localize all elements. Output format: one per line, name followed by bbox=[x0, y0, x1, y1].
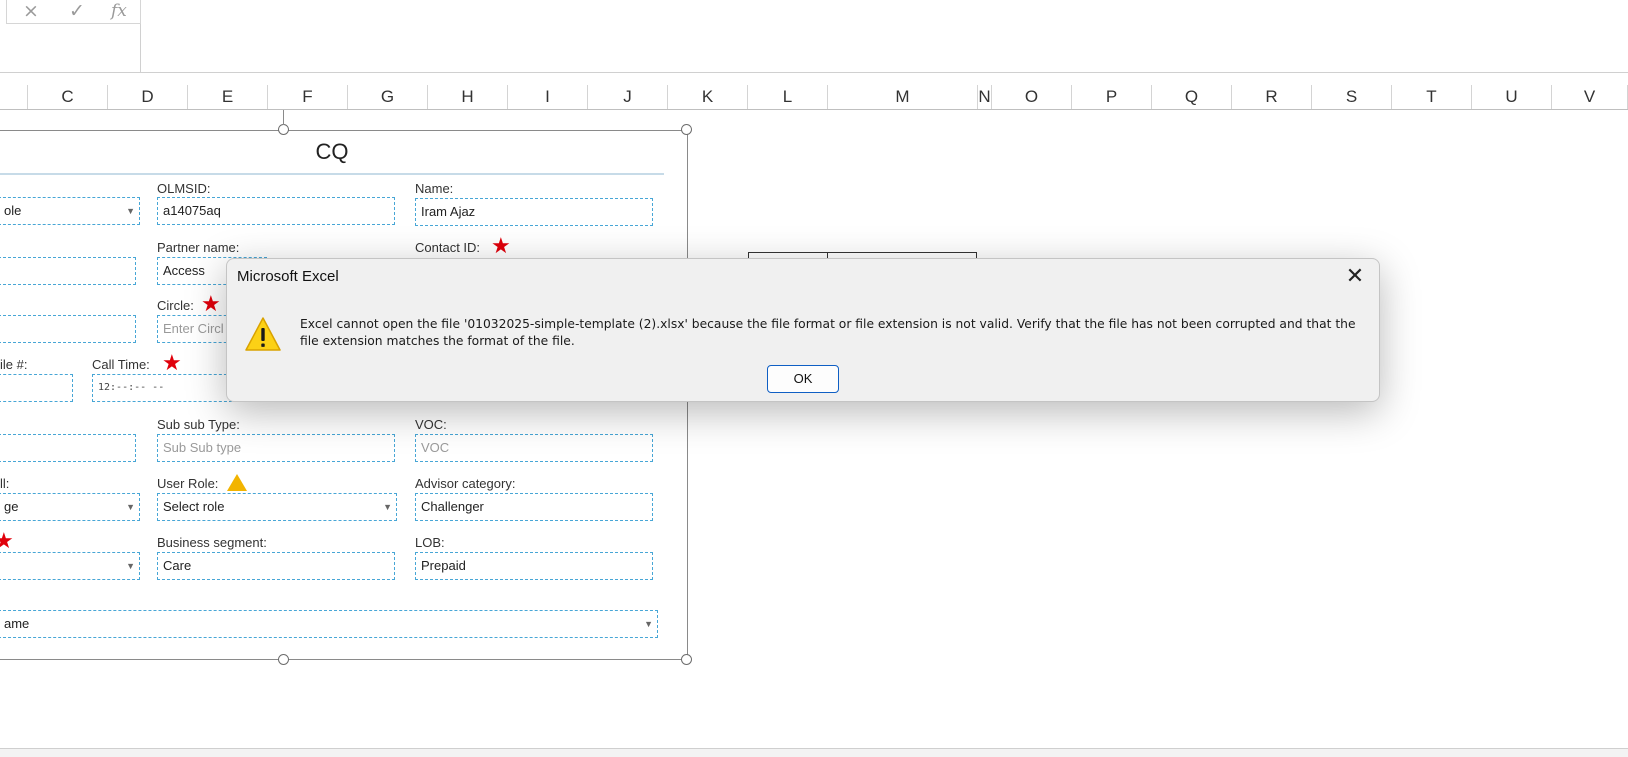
advisor-category-label: Advisor category: bbox=[415, 476, 516, 491]
required-star-icon: ★ bbox=[0, 531, 14, 553]
voc-field[interactable]: VOC bbox=[415, 434, 653, 462]
column-header-u[interactable]: U bbox=[1472, 85, 1552, 109]
warning-icon bbox=[227, 474, 247, 491]
column-header-e[interactable]: E bbox=[188, 85, 268, 109]
column-header-q[interactable]: Q bbox=[1152, 85, 1232, 109]
formula-buttons: × ✓ fx bbox=[6, 0, 141, 24]
name-field[interactable]: Iram Ajaz bbox=[415, 198, 653, 226]
partial-label: ll: bbox=[0, 476, 10, 491]
form-title: CQ bbox=[315, 139, 349, 164]
formula-bar: × ✓ fx bbox=[0, 0, 1628, 73]
user-role-dropdown[interactable]: Select role ▼ bbox=[157, 493, 397, 521]
mobile-label: ile #: bbox=[0, 357, 28, 372]
column-header-c[interactable]: C bbox=[28, 85, 108, 109]
title-divider bbox=[0, 173, 664, 175]
mobile-field[interactable] bbox=[0, 374, 73, 402]
olmsid-field[interactable]: a14075aq bbox=[157, 197, 395, 225]
column-header-s[interactable]: S bbox=[1312, 85, 1392, 109]
enter-icon[interactable]: ✓ bbox=[69, 0, 85, 22]
column-header-o[interactable]: O bbox=[992, 85, 1072, 109]
name-label: Name: bbox=[415, 181, 454, 196]
chevron-down-icon: ▼ bbox=[383, 502, 392, 512]
close-icon[interactable]: ✕ bbox=[1341, 264, 1369, 290]
required-star-icon: ★ bbox=[201, 292, 221, 317]
user-role-label: User Role: bbox=[157, 476, 219, 491]
column-header-row: CDEFGHIJKLMNOPQRSTUV bbox=[0, 85, 1628, 110]
rotation-stem bbox=[283, 110, 284, 125]
cancel-icon[interactable]: × bbox=[23, 0, 39, 22]
voc-label: VOC: bbox=[415, 417, 447, 432]
partial-field[interactable] bbox=[0, 257, 136, 285]
dialog-message: Excel cannot open the file '01032025-sim… bbox=[300, 317, 1356, 348]
partial-dropdown-field[interactable]: ole ▼ bbox=[0, 197, 140, 225]
resize-handle[interactable] bbox=[278, 654, 289, 665]
partial-field[interactable] bbox=[0, 315, 136, 343]
chevron-down-icon: ▼ bbox=[126, 206, 135, 216]
resize-handle[interactable] bbox=[681, 654, 692, 665]
column-header-g[interactable]: G bbox=[348, 85, 428, 109]
column-header-v[interactable]: V bbox=[1552, 85, 1628, 109]
advisor-category-field[interactable]: Challenger bbox=[415, 493, 653, 521]
required-star-icon: ★ bbox=[162, 351, 182, 376]
column-header-t[interactable]: T bbox=[1392, 85, 1472, 109]
dialog-title: Microsoft Excel bbox=[237, 268, 339, 285]
circle-label: Circle: bbox=[157, 298, 194, 313]
partial-field[interactable] bbox=[0, 434, 136, 462]
partner-name-label: Partner name: bbox=[157, 240, 240, 255]
formula-input[interactable] bbox=[141, 0, 1628, 73]
partial-dropdown-field[interactable]: ame ▼ bbox=[0, 610, 658, 638]
column-header-partial[interactable] bbox=[0, 85, 28, 109]
sub-sub-type-label: Sub sub Type: bbox=[157, 417, 240, 432]
chevron-down-icon: ▼ bbox=[126, 502, 135, 512]
warning-icon bbox=[245, 317, 281, 351]
column-header-h[interactable]: H bbox=[428, 85, 508, 109]
column-header-i[interactable]: I bbox=[508, 85, 588, 109]
column-header-f[interactable]: F bbox=[268, 85, 348, 109]
ok-button[interactable]: OK bbox=[767, 365, 839, 393]
chevron-down-icon: ▼ bbox=[644, 619, 653, 629]
business-segment-field[interactable]: Care bbox=[157, 552, 395, 580]
column-header-n[interactable]: N bbox=[978, 85, 992, 109]
lob-field[interactable]: Prepaid bbox=[415, 552, 653, 580]
sheet-tab-bar[interactable] bbox=[0, 748, 1628, 757]
circle-field[interactable]: Enter Circl bbox=[157, 315, 237, 343]
column-header-j[interactable]: J bbox=[588, 85, 668, 109]
fx-icon[interactable]: fx bbox=[111, 1, 127, 21]
resize-handle[interactable] bbox=[278, 124, 289, 135]
column-header-r[interactable]: R bbox=[1232, 85, 1312, 109]
partial-dropdown-field[interactable]: ge ▼ bbox=[0, 493, 140, 521]
required-star-icon: ★ bbox=[491, 234, 511, 259]
column-header-d[interactable]: D bbox=[108, 85, 188, 109]
column-header-m[interactable]: M bbox=[828, 85, 978, 109]
resize-handle[interactable] bbox=[681, 124, 692, 135]
call-time-label: Call Time: bbox=[92, 357, 150, 372]
lob-label: LOB: bbox=[415, 535, 445, 550]
business-segment-label: Business segment: bbox=[157, 535, 267, 550]
column-header-l[interactable]: L bbox=[748, 85, 828, 109]
name-box-area: × ✓ fx bbox=[0, 0, 141, 73]
call-time-field[interactable]: 12:--:-- -- bbox=[92, 374, 232, 402]
chevron-down-icon: ▼ bbox=[126, 561, 135, 571]
partial-dropdown-field[interactable]: ▼ bbox=[0, 552, 140, 580]
column-header-k[interactable]: K bbox=[668, 85, 748, 109]
error-dialog: Microsoft Excel ✕ Excel cannot open the … bbox=[226, 258, 1380, 402]
column-header-p[interactable]: P bbox=[1072, 85, 1152, 109]
sub-sub-type-field[interactable]: Sub Sub type bbox=[157, 434, 395, 462]
olmsid-label: OLMSID: bbox=[157, 181, 211, 196]
contact-id-label: Contact ID: bbox=[415, 240, 481, 255]
